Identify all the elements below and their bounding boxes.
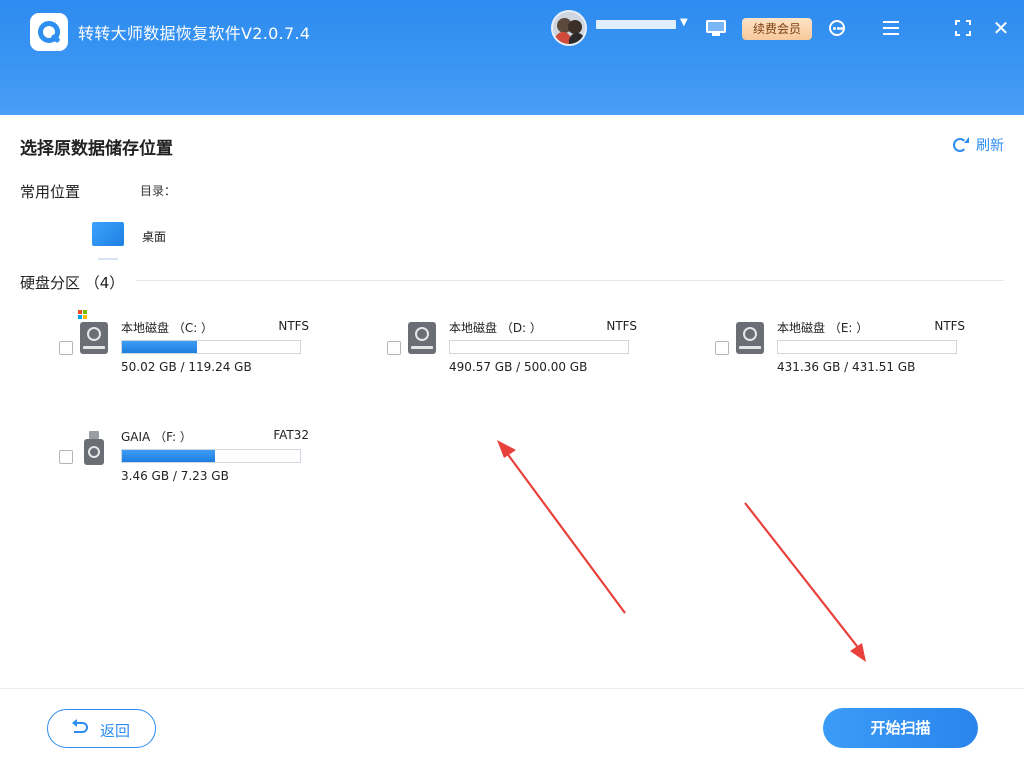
disk-filesystem: FAT32	[273, 428, 309, 442]
disk-usage-bar	[777, 340, 957, 354]
disk-partitions-heading: 硬盘分区 （4）	[20, 274, 125, 292]
disk-item-c[interactable]: 本地磁盘 （C: ） NTFS 50.02 GB / 119.24 GB	[59, 310, 309, 376]
disk-item-f[interactable]: GAIA （F: ） FAT32 3.46 GB / 7.23 GB	[59, 421, 309, 485]
common-locations-heading: 常用位置	[20, 183, 81, 201]
close-icon[interactable]: ✕	[990, 17, 1012, 39]
disk-checkbox[interactable]	[387, 341, 401, 355]
maximize-icon[interactable]	[952, 17, 974, 39]
back-button[interactable]: 返回	[47, 709, 156, 748]
app-logo-icon	[30, 13, 68, 51]
arrow-to-scan	[744, 502, 866, 662]
footer-divider	[0, 688, 1024, 689]
system-drive-icon	[78, 310, 108, 354]
monitor-icon[interactable]	[706, 20, 726, 36]
title-bar: 转转大师数据恢复软件V2.0.7.4 ▼ 续费会员 ✕	[0, 0, 1024, 115]
disk-name: 本地磁盘 （E: ）	[777, 321, 869, 335]
annotation-arrows	[497, 440, 866, 662]
directory-label: 目录：	[140, 184, 177, 198]
page-title: 选择原数据储存位置	[20, 139, 173, 159]
app-title: 转转大师数据恢复软件V2.0.7.4	[78, 24, 311, 43]
disk-size: 490.57 GB / 500.00 GB	[449, 360, 588, 374]
disk-filesystem: NTFS	[278, 319, 309, 333]
refresh-icon	[952, 137, 969, 153]
disk-usage-fill	[122, 450, 215, 462]
disk-filesystem: NTFS	[606, 319, 637, 333]
hard-drive-icon	[408, 322, 436, 354]
disk-item-e[interactable]: 本地磁盘 （E: ） NTFS 431.36 GB / 431.51 GB	[715, 312, 965, 376]
disk-name: 本地磁盘 （D: ）	[449, 321, 542, 335]
menu-icon[interactable]	[881, 17, 903, 39]
disk-usage-bar	[449, 340, 629, 354]
disk-name: GAIA （F: ）	[121, 430, 192, 444]
desktop-label: 桌面	[142, 230, 167, 244]
chevron-down-icon[interactable]: ▼	[680, 17, 688, 28]
disk-item-d[interactable]: 本地磁盘 （D: ） NTFS 490.57 GB / 500.00 GB	[387, 312, 637, 376]
disk-size: 431.36 GB / 431.51 GB	[777, 360, 916, 374]
disk-name: 本地磁盘 （C: ）	[121, 321, 214, 335]
disk-checkbox[interactable]	[59, 341, 73, 355]
desktop-icon	[92, 222, 124, 260]
windows-logo-icon	[78, 310, 88, 320]
disk-usage-fill	[122, 341, 197, 353]
disk-checkbox[interactable]	[59, 450, 73, 464]
customer-service-icon[interactable]	[827, 17, 849, 39]
start-scan-button[interactable]: 开始扫描	[823, 708, 978, 748]
disk-usage-bar	[121, 449, 301, 463]
back-arrow-icon	[72, 719, 90, 736]
divider	[136, 280, 1004, 281]
disk-checkbox[interactable]	[715, 341, 729, 355]
usb-drive-icon	[80, 431, 108, 465]
disk-filesystem: NTFS	[934, 319, 965, 333]
renew-vip-button[interactable]: 续费会员	[742, 18, 812, 40]
disk-size: 50.02 GB / 119.24 GB	[121, 360, 252, 374]
back-label: 返回	[100, 722, 131, 740]
arrow-to-disk	[497, 440, 626, 614]
username-redacted[interactable]	[596, 20, 676, 29]
refresh-button[interactable]: 刷新	[952, 135, 1004, 155]
hard-drive-icon	[736, 322, 764, 354]
location-desktop[interactable]: 桌面	[92, 222, 182, 262]
disk-usage-bar	[121, 340, 301, 354]
user-avatar[interactable]	[551, 10, 587, 46]
disk-size: 3.46 GB / 7.23 GB	[121, 469, 229, 483]
refresh-label: 刷新	[976, 138, 1004, 154]
